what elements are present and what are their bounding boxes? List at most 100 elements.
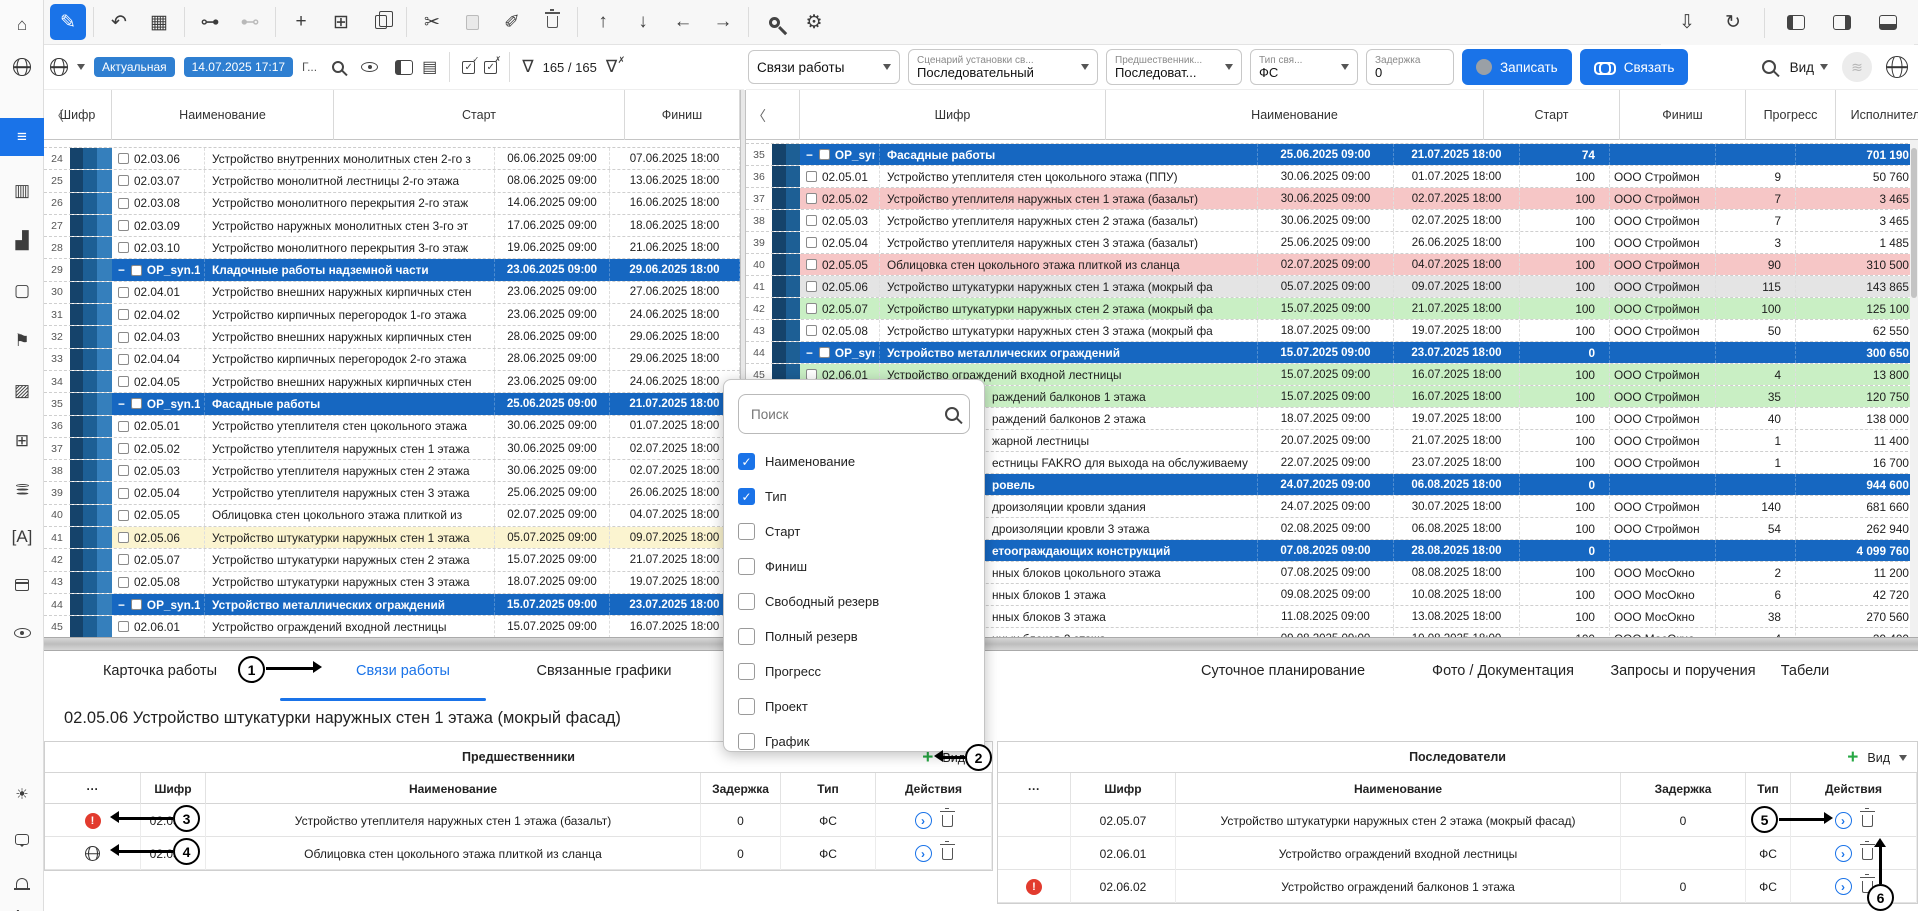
globe-icon[interactable] <box>1886 56 1908 78</box>
view-menu[interactable]: Вид <box>1790 60 1828 75</box>
table-row[interactable]: 4202.05.07Устройство штукатурки наружных… <box>746 298 1918 320</box>
table-row[interactable]: 44−OP_syn.1.1.Устройство металлических о… <box>44 594 740 616</box>
delay-input[interactable]: Задержка 0 <box>1366 49 1454 85</box>
collapse-row-icon[interactable]: − <box>806 346 813 360</box>
view-caret-icon[interactable] <box>1899 755 1907 761</box>
link-row[interactable]: !02.06.02Устройство ограждений балконов … <box>998 870 1917 903</box>
table-row[interactable]: 3202.04.03Устройство внешних наружных ки… <box>44 326 740 348</box>
option-checkbox[interactable] <box>738 663 755 680</box>
table-row[interactable]: 3802.05.03Устройство утеплителя наружных… <box>746 210 1918 232</box>
column-option[interactable]: Полный резерв <box>738 619 970 654</box>
move-up-button[interactable]: ↑ <box>585 4 621 40</box>
row-checkbox[interactable] <box>118 577 129 588</box>
check-all-icon[interactable]: ✓✓ <box>462 61 475 74</box>
column-header[interactable]: Действия <box>1791 773 1917 804</box>
row-checkbox[interactable] <box>118 332 129 343</box>
version-badge[interactable]: Актуальная <box>94 57 175 77</box>
tab-2[interactable]: Связи работы <box>356 663 450 679</box>
tab-6[interactable]: Запросы и поручения <box>1610 663 1755 679</box>
table-row[interactable]: 4102.05.06Устройство штукатурки наружных… <box>44 527 740 549</box>
chevron-down-icon[interactable] <box>77 64 85 70</box>
row-checkbox[interactable] <box>118 554 129 565</box>
row-checkbox[interactable] <box>118 242 129 253</box>
dropdown-search[interactable] <box>738 394 970 434</box>
sidebar-item-brightness[interactable]: ☀ <box>0 775 44 813</box>
column-header[interactable]: ··· <box>45 773 141 804</box>
direction-select[interactable]: Предшественник... Последоват... <box>1106 49 1242 85</box>
tab-7[interactable]: Табели <box>1781 663 1830 679</box>
column-option[interactable]: ✓Тип <box>738 479 970 514</box>
table-row[interactable]: 4002.05.05Облицовка стен цокольного этаж… <box>44 505 740 527</box>
column-option[interactable]: Финиш <box>738 549 970 584</box>
sidebar-item-globe[interactable] <box>0 48 44 86</box>
column-header[interactable]: Задержка <box>701 773 781 804</box>
row-checkbox[interactable] <box>806 303 817 314</box>
table-row[interactable]: 4502.06.01Устройство ограждений входной … <box>44 616 740 637</box>
row-checkbox[interactable] <box>118 287 129 298</box>
goto-link-icon[interactable]: › <box>1835 878 1852 895</box>
collapse-row-icon[interactable]: − <box>118 397 125 411</box>
link-row[interactable]: 02.06.01Устройство ограждений входной ле… <box>998 837 1917 870</box>
table-row[interactable]: 3902.05.04Устройство утеплителя наружных… <box>746 232 1918 254</box>
sidebar-item-home[interactable]: ⌂ <box>0 6 44 44</box>
row-checkbox[interactable] <box>806 237 817 248</box>
save-button[interactable]: Записать <box>1462 49 1572 85</box>
tab-1[interactable]: Карточка работы <box>103 663 217 679</box>
tab-5[interactable]: Фото / Документация <box>1432 663 1574 679</box>
table-row[interactable]: 35−OP_syn.1.1.Фасадные работы25.06.2025 … <box>44 393 740 415</box>
chat-icon[interactable]: ≋ <box>1842 52 1872 82</box>
column-header[interactable]: Шифр <box>1071 773 1176 804</box>
row-checkbox[interactable] <box>131 599 142 610</box>
table-row[interactable]: 3702.05.02Устройство утеплителя наружных… <box>746 188 1918 210</box>
move-right-button[interactable]: → <box>705 4 741 40</box>
sidebar-item-schedule-list[interactable]: ≡ <box>0 118 44 156</box>
table-row[interactable]: 3902.05.04Устройство утеплителя наружных… <box>44 482 740 504</box>
table-row[interactable]: 4302.05.08Устройство штукатурки наружных… <box>746 320 1918 342</box>
column-option[interactable]: ✓Наименование <box>738 444 970 479</box>
import-button[interactable]: ⇩ <box>1669 5 1705 41</box>
row-checkbox[interactable] <box>118 309 129 320</box>
option-checkbox[interactable] <box>738 733 755 750</box>
insert-row-button[interactable]: + <box>283 4 319 40</box>
option-checkbox[interactable]: ✓ <box>738 453 755 470</box>
table-row[interactable]: 4102.05.06Устройство штукатурки наружных… <box>746 276 1918 298</box>
delete-button[interactable] <box>534 4 570 40</box>
table-row[interactable]: 2402.03.06Устройство внутренних монолитн… <box>44 148 740 170</box>
column-header[interactable]: Задержка <box>1621 773 1746 804</box>
move-down-button[interactable]: ↓ <box>625 4 661 40</box>
collapse-row-icon[interactable]: − <box>118 263 125 277</box>
row-checkbox[interactable] <box>118 198 129 209</box>
sidebar-item-objects[interactable]: ▢ <box>0 272 44 310</box>
column-header[interactable]: Исполнитель <box>1836 90 1918 140</box>
sidebar-item-annotation[interactable]: [A] <box>0 518 44 556</box>
row-checkbox[interactable] <box>118 175 129 186</box>
option-checkbox[interactable] <box>738 628 755 645</box>
tools-button[interactable] <box>756 4 792 40</box>
settings-gear-button[interactable]: ⚙ <box>796 4 832 40</box>
collapse-row-icon[interactable]: − <box>806 148 813 162</box>
delete-link-icon[interactable] <box>1862 848 1873 860</box>
column-header[interactable]: Старт <box>334 90 625 140</box>
column-option[interactable]: Прогресс <box>738 654 970 689</box>
sidebar-item-calendar[interactable] <box>0 566 44 604</box>
column-header[interactable]: Шифр <box>141 773 206 804</box>
collapse-pane-icon[interactable]: 〈 <box>752 106 766 126</box>
option-checkbox[interactable] <box>738 593 755 610</box>
column-option[interactable]: Старт <box>738 514 970 549</box>
row-checkbox[interactable] <box>118 220 129 231</box>
column-header[interactable]: Тип <box>781 773 876 804</box>
goto-link-icon[interactable]: › <box>1835 845 1852 862</box>
tab-3[interactable]: Связанные графики <box>537 663 672 679</box>
insert-copy-button[interactable]: ⊞ <box>323 4 359 40</box>
column-header[interactable]: Наименование <box>1176 773 1621 804</box>
format-brush-button[interactable]: ✐ <box>494 4 530 40</box>
table-row[interactable]: 4302.05.08Устройство штукатурки наружных… <box>44 572 740 594</box>
row-checkbox[interactable] <box>806 325 817 336</box>
delete-link-icon[interactable] <box>942 848 953 860</box>
view-button[interactable]: Вид <box>1867 751 1890 765</box>
column-header[interactable]: ··· <box>998 773 1071 804</box>
cut-button[interactable]: ✂ <box>414 4 450 40</box>
sidebar-item-materials[interactable]: ▨ <box>0 372 44 410</box>
panel-left-button[interactable] <box>1778 5 1814 41</box>
row-checkbox[interactable] <box>118 153 129 164</box>
